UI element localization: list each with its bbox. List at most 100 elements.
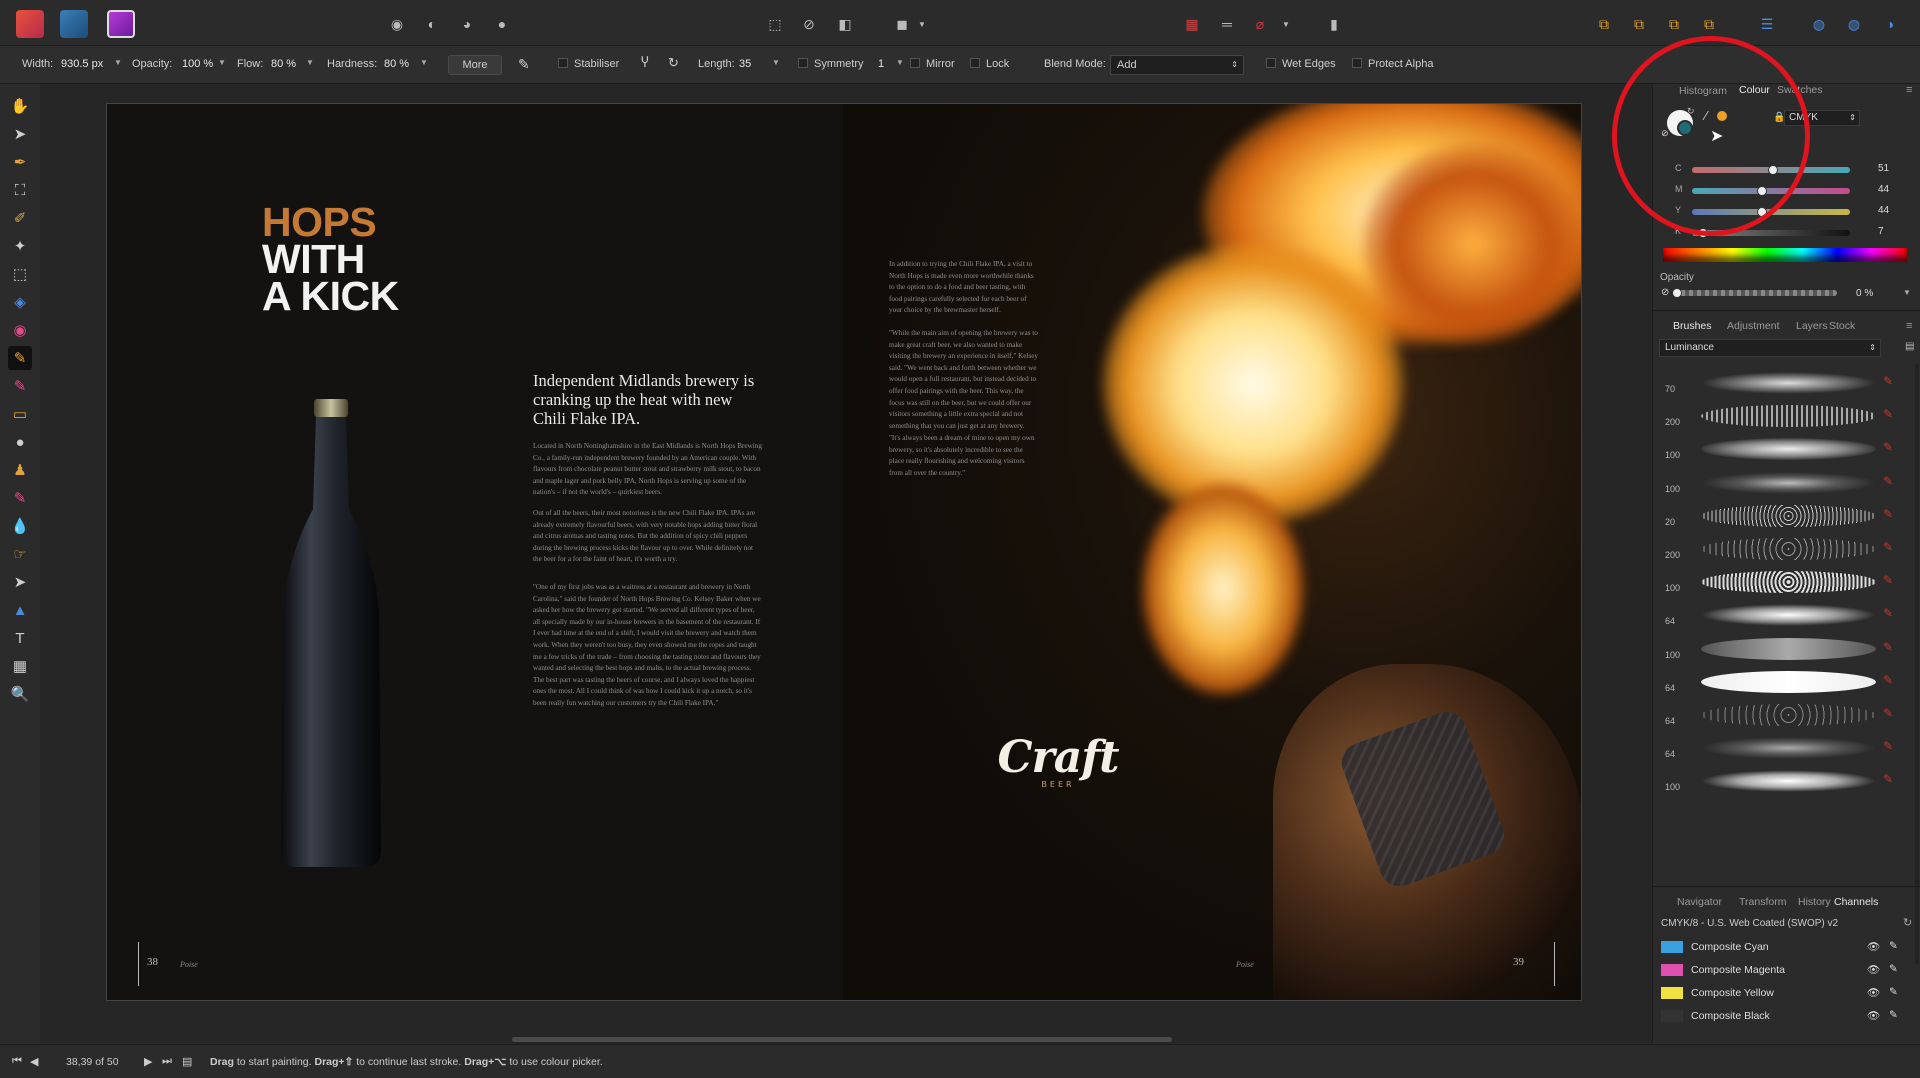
panel-menu-icon[interactable]: ≡ [1906,320,1912,332]
symmetry-value[interactable]: 1 [878,58,884,70]
align-icon[interactable]: ☰ [1755,12,1779,36]
move-tool-icon[interactable]: ➤ [8,122,32,146]
next-page-icon[interactable]: ▶ [144,1055,152,1068]
brush-preset[interactable] [1701,637,1876,660]
brush-preset[interactable] [1701,405,1876,428]
edit-channel-icon[interactable]: ✎ [1889,1009,1898,1021]
edit-channel-icon[interactable]: ✎ [1889,986,1898,998]
length-value[interactable]: 35 [739,58,751,70]
brush-preset[interactable] [1701,504,1876,527]
channel-row[interactable]: Composite Black 👁 ✎ [1653,1005,1920,1027]
tab-brushes[interactable]: Brushes [1673,320,1712,332]
chevron-down-icon[interactable]: ▼ [896,58,904,67]
brush-preset[interactable] [1701,704,1876,726]
invert-selection-icon[interactable]: ◧ [833,12,857,36]
pen-tool-icon[interactable]: ➤ [8,570,32,594]
channel-row[interactable]: Composite Cyan 👁 ✎ [1653,936,1920,958]
hardness-value[interactable]: 80 % [384,58,409,70]
chevron-down-icon[interactable]: ▼ [306,58,314,67]
brush-category-select[interactable]: Luminance ⇕ [1659,339,1881,357]
panel-menu-icon[interactable]: ≡ [1906,84,1912,96]
page-thumbnails-icon[interactable]: ▤ [182,1055,192,1068]
levels-adjust-icon[interactable]: ◉ [385,12,409,36]
tab-navigator[interactable]: Navigator [1677,896,1722,908]
brush-preset[interactable] [1701,604,1876,627]
window-mode-icon[interactable]: ↻ [668,55,679,71]
color-replacement-icon[interactable]: ✎ [8,374,32,398]
view-tool-icon[interactable]: ✋ [8,94,32,118]
first-page-icon[interactable]: ⏮ [12,1055,22,1068]
color-picker-tool-icon[interactable]: ✒ [8,150,32,174]
rope-mode-icon[interactable]: Ⴤ [641,55,649,71]
erase-brush-icon[interactable]: ▭ [8,402,32,426]
symmetry-toggle[interactable]: Symmetry [798,58,864,70]
flow-value[interactable]: 80 % [271,58,296,70]
protect-alpha-toggle[interactable]: Protect Alpha [1352,58,1433,70]
flood-select-icon[interactable]: ✦ [8,234,32,258]
quick-mask-icon[interactable]: ◼ [890,12,914,36]
width-value[interactable]: 930.5 px [61,58,103,70]
stabiliser-toggle[interactable]: Stabiliser [558,58,619,70]
chevron-down-icon[interactable]: ▼ [218,58,226,67]
chevron-down-icon[interactable]: ▼ [114,58,122,67]
brush-preset[interactable] [1701,670,1876,693]
horizontal-scrollbar[interactable] [512,1037,1172,1042]
blur-brush-icon[interactable]: 💧 [8,514,32,538]
arrange-backward-icon[interactable]: ⧉ [1627,12,1651,36]
brush-preset[interactable] [1701,471,1876,494]
left-page[interactable]: HOPS WITH A KICK Independent Midlands br… [107,104,843,1000]
arrange-front-icon[interactable]: ⧉ [1697,12,1721,36]
selection-brush-icon[interactable]: ✐ [8,206,32,230]
smudge-brush-icon[interactable]: ☞ [8,542,32,566]
affinity-designer-persona-icon[interactable] [16,10,44,38]
refresh-icon[interactable]: ↻ [1903,916,1912,929]
document-spread[interactable]: HOPS WITH A KICK Independent Midlands br… [106,103,1582,1001]
brush-options-icon[interactable]: ▤ [1905,341,1914,352]
right-page[interactable]: In addition to trying the Chili Flake IP… [843,104,1581,1000]
chevron-down-icon[interactable]: ▼ [772,58,780,67]
lock-toggle[interactable]: Lock [970,58,1009,70]
brush-scrollbar[interactable] [1915,364,1919,964]
intersect-icon[interactable]: ◑ [1878,12,1902,36]
hsl-adjust-icon[interactable]: ◕ [455,12,479,36]
mesh-warp-icon[interactable]: ▦ [8,654,32,678]
slider-value[interactable]: 7 [1878,226,1884,237]
zoom-tool-icon[interactable]: 🔍 [8,682,32,706]
chevron-down-icon[interactable]: ▼ [420,58,428,67]
brush-settings-icon[interactable]: ✎ [518,56,530,73]
visibility-eye-icon[interactable]: 👁 [1867,963,1880,976]
visibility-eye-icon[interactable]: 👁 [1867,986,1880,999]
snapping-icon[interactable]: ═ [1215,12,1239,36]
visibility-eye-icon[interactable]: 👁 [1867,1009,1880,1022]
gradient-tool-icon[interactable]: ◉ [8,318,32,342]
slider-value[interactable]: 51 [1878,163,1889,174]
chevron-down-icon[interactable]: ▼ [915,12,929,36]
tab-layers[interactable]: Layers [1796,320,1828,332]
pixel-persona-icon[interactable] [60,10,88,38]
channel-row[interactable]: Composite Yellow 👁 ✎ [1653,982,1920,1004]
blemish-removal-icon[interactable]: ✎ [8,486,32,510]
edit-channel-icon[interactable]: ✎ [1889,963,1898,975]
colour-spectrum[interactable] [1663,248,1907,262]
blend-mode-select[interactable]: Add ⇕ [1110,55,1244,75]
chevron-down-icon[interactable]: ▼ [1903,288,1911,297]
checkbox-icon[interactable] [798,58,808,68]
snap-magnet-icon[interactable]: ⌀ [1248,12,1272,36]
grid-icon[interactable]: ▦ [1180,12,1204,36]
paint-brush-tool-icon[interactable]: ✎ [8,346,32,370]
tab-transform[interactable]: Transform [1739,896,1786,908]
dodge-brush-icon[interactable]: ● [8,430,32,454]
checkbox-icon[interactable] [1352,58,1362,68]
arrange-forward-icon[interactable]: ⧉ [1662,12,1686,36]
brush-preset[interactable] [1701,737,1876,760]
chevron-down-icon[interactable]: ▼ [1279,12,1293,36]
checkbox-icon[interactable] [1266,58,1276,68]
brush-preset[interactable] [1701,538,1876,560]
flood-fill-icon[interactable]: ◈ [8,290,32,314]
checkbox-icon[interactable] [558,58,568,68]
text-tool-icon[interactable]: T [8,626,32,650]
marquee-tool-icon[interactable]: ⬚ [8,262,32,286]
tab-stock[interactable]: Stock [1829,320,1855,332]
subtract-icon[interactable]: ◍ [1842,12,1866,36]
arrange-back-icon[interactable]: ⧉ [1592,12,1616,36]
